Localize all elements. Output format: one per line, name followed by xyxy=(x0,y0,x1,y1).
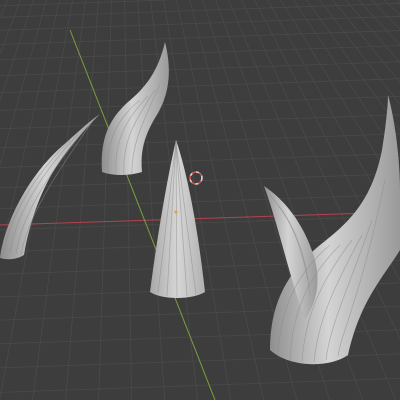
grid-line xyxy=(0,15,400,31)
grid-line xyxy=(0,78,400,94)
grid-line xyxy=(0,45,400,61)
viewport-canvas[interactable] xyxy=(0,0,400,400)
3d-viewport[interactable] xyxy=(0,0,400,400)
grid-line xyxy=(0,2,400,18)
grid-line xyxy=(0,378,400,393)
horn-back-object[interactable] xyxy=(101,42,169,176)
object-origin-dot xyxy=(174,210,178,214)
grid-line xyxy=(0,30,400,45)
3d-cursor-icon[interactable] xyxy=(189,171,203,185)
horn-pair-right-object[interactable] xyxy=(264,95,400,365)
grid-line xyxy=(0,133,400,149)
grid-line xyxy=(124,0,133,400)
grid-line xyxy=(0,173,400,189)
horn-left-object[interactable] xyxy=(0,114,100,260)
grid-line xyxy=(137,0,166,400)
